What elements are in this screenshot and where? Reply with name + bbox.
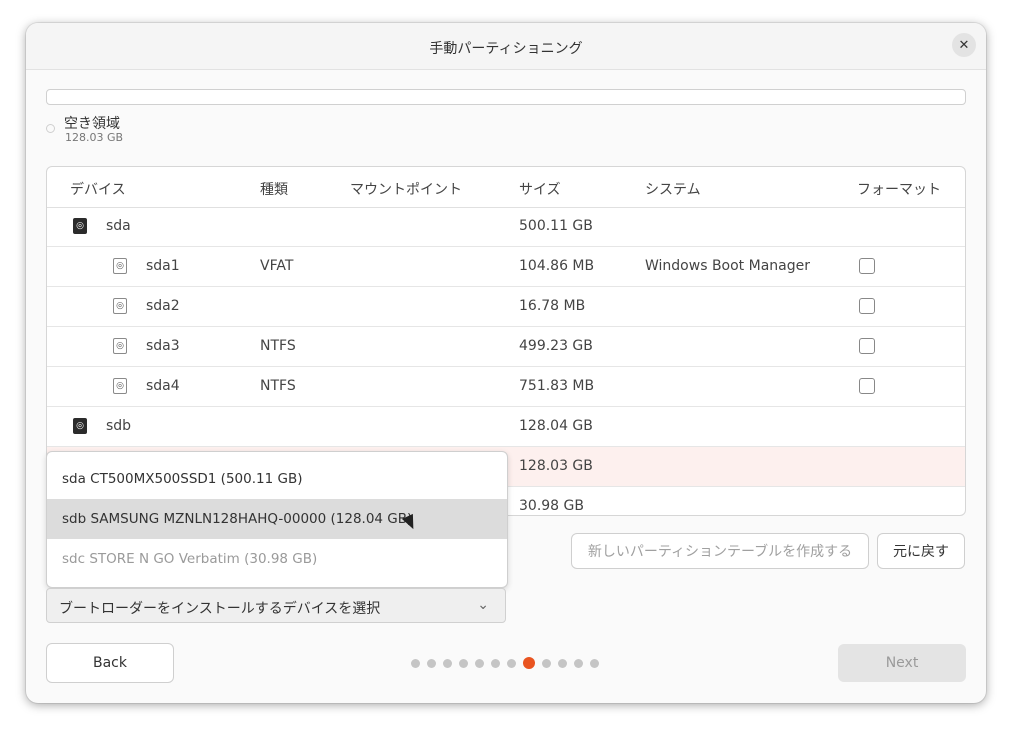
device-size: 104.86 MB — [519, 258, 595, 274]
step-dot-current — [523, 657, 535, 669]
table-header: デバイス 種類 マウントポイント サイズ システム フォーマット — [47, 167, 965, 208]
table-row[interactable]: ◎ sda3 NTFS 499.23 GB — [47, 327, 965, 367]
bootloader-dropdown-list: sda CT500MX500SSD1 (500.11 GB) sdb SAMSU… — [46, 451, 508, 588]
device-name: sda3 — [146, 338, 180, 354]
step-dot — [443, 658, 452, 668]
column-type: 種類 — [260, 182, 288, 198]
partition-icon: ◎ — [113, 338, 127, 354]
step-dot — [427, 658, 436, 668]
disk-icon: ◎ — [73, 218, 87, 234]
titlebar: 手動パーティショニング ✕ — [26, 23, 986, 70]
bootloader-select-label: ブートローダーをインストールするデバイスを選択 — [59, 601, 381, 617]
device-size: 500.11 GB — [519, 218, 593, 234]
device-size: 16.78 MB — [519, 298, 586, 314]
table-row[interactable]: ◎ sda 500.11 GB — [47, 207, 965, 247]
step-dot — [590, 658, 599, 668]
table-row[interactable]: ◎ sdb 128.04 GB — [47, 407, 965, 447]
dropdown-option-sda[interactable]: sda CT500MX500SSD1 (500.11 GB) — [47, 459, 507, 499]
close-button[interactable]: ✕ — [952, 33, 976, 57]
device-size: 30.98 GB — [519, 498, 584, 514]
step-dot — [507, 658, 516, 668]
format-checkbox[interactable] — [859, 338, 875, 354]
device-name: sda — [106, 218, 131, 234]
device-type: VFAT — [260, 258, 294, 274]
device-name: sda4 — [146, 378, 180, 394]
installer-window: 手動パーティショニング ✕ 空き領域 128.03 GB デバイス 種類 マウン… — [26, 23, 986, 703]
step-dot — [411, 658, 420, 668]
device-size: 128.04 GB — [519, 418, 593, 434]
column-system: システム — [645, 182, 701, 198]
partition-icon: ◎ — [113, 298, 127, 314]
column-format: フォーマット — [857, 182, 941, 198]
free-space-indicator — [46, 124, 55, 133]
table-row[interactable]: ◎ sda4 NTFS 751.83 MB — [47, 367, 965, 407]
device-name: sdb — [106, 418, 132, 434]
step-dot — [558, 658, 567, 668]
partition-icon: ◎ — [113, 378, 127, 394]
step-dot — [459, 658, 468, 668]
format-checkbox[interactable] — [859, 298, 875, 314]
dropdown-option-sdb[interactable]: sdb SAMSUNG MZNLN128HAHQ-00000 (128.04 G… — [47, 499, 507, 539]
step-dot — [574, 658, 583, 668]
partition-icon: ◎ — [113, 258, 127, 274]
format-checkbox[interactable] — [859, 378, 875, 394]
chevron-down-icon: ⌄ — [477, 597, 489, 613]
table-row[interactable]: ◎ sda2 16.78 MB — [47, 287, 965, 327]
step-dot — [475, 658, 484, 668]
window-title: 手動パーティショニング — [429, 41, 583, 57]
dropdown-option-sdc[interactable]: sdc STORE N GO Verbatim (30.98 GB) — [47, 539, 507, 579]
bootloader-device-select[interactable]: ブートローダーをインストールするデバイスを選択 ⌄ — [46, 588, 506, 623]
back-button[interactable]: Back — [46, 643, 174, 683]
new-partition-table-button[interactable]: 新しいパーティションテーブルを作成する — [571, 533, 869, 569]
device-size: 499.23 GB — [519, 338, 593, 354]
revert-button[interactable]: 元に戻す — [877, 533, 965, 569]
table-row[interactable]: ◎ sda1 VFAT 104.86 MB Windows Boot Manag… — [47, 247, 965, 287]
device-type: NTFS — [260, 338, 296, 354]
free-space-size: 128.03 GB — [65, 131, 124, 144]
device-size: 128.03 GB — [519, 458, 593, 474]
column-mount: マウントポイント — [350, 182, 462, 198]
column-size: サイズ — [519, 182, 561, 198]
step-dot — [542, 658, 551, 668]
disk-usage-bar — [46, 89, 966, 105]
device-size: 751.83 MB — [519, 378, 595, 394]
free-space-label: 空き領域 — [64, 116, 120, 132]
device-type: NTFS — [260, 378, 296, 394]
format-checkbox[interactable] — [859, 258, 875, 274]
step-indicator — [411, 657, 599, 669]
device-system: Windows Boot Manager — [645, 258, 810, 274]
next-button[interactable]: Next — [838, 644, 966, 682]
close-icon: ✕ — [958, 37, 970, 53]
device-name: sda2 — [146, 298, 180, 314]
disk-icon: ◎ — [73, 418, 87, 434]
column-device: デバイス — [70, 182, 126, 198]
device-name: sda1 — [146, 258, 180, 274]
step-dot — [491, 658, 500, 668]
